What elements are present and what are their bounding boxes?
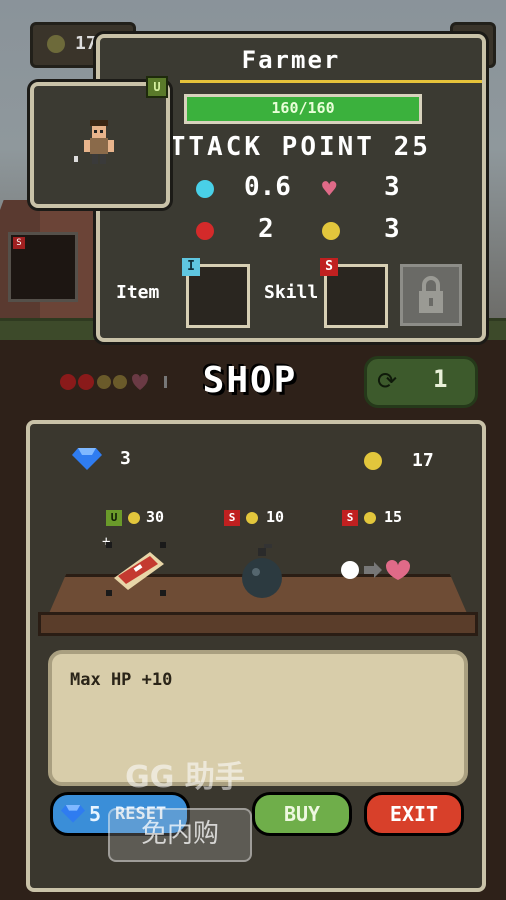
gem-icon bbox=[72, 448, 102, 470]
item-2-price: 10 bbox=[266, 508, 285, 526]
heart-icon: ♥ bbox=[322, 175, 337, 203]
shop-panel: 3 17 U 30 S 10 S 15 + Max HP +10 bbox=[26, 420, 486, 892]
character-portrait bbox=[30, 82, 170, 208]
gold-coin-icon bbox=[322, 222, 340, 240]
refresh-icon: ⟳ bbox=[377, 367, 398, 395]
gold-stat-value: 3 bbox=[384, 214, 400, 244]
coin-icon bbox=[364, 512, 376, 524]
heart-stat-value: 3 bbox=[384, 172, 400, 202]
watermark-badge: 免内购 bbox=[108, 808, 252, 862]
item-description: Max HP +10 bbox=[70, 670, 173, 690]
coin-count: 17 bbox=[75, 33, 97, 54]
coin-icon bbox=[128, 512, 140, 524]
orb-to-heart-item[interactable] bbox=[340, 558, 412, 582]
cyan-orb-icon bbox=[196, 180, 214, 198]
skill-badge: S bbox=[320, 258, 338, 276]
coin-icon bbox=[47, 35, 65, 53]
refresh-count: 1 bbox=[433, 365, 448, 393]
gem-icon bbox=[61, 805, 85, 823]
item-label: Item bbox=[116, 282, 160, 303]
farmer-sprite bbox=[74, 120, 114, 164]
buy-label: BUY bbox=[283, 802, 321, 826]
refresh-button[interactable]: ⟳ 1 bbox=[364, 356, 478, 408]
exit-label: EXIT bbox=[389, 802, 439, 826]
meat-card-item[interactable]: + bbox=[100, 534, 172, 600]
bomb-item[interactable] bbox=[234, 540, 290, 600]
shelf-front bbox=[38, 612, 478, 636]
coin-count: 17 bbox=[412, 450, 434, 471]
life-hearts bbox=[60, 374, 167, 390]
upgrade-badge: U bbox=[146, 76, 168, 98]
item-2-badge: S bbox=[224, 510, 240, 526]
exit-button[interactable]: EXIT bbox=[364, 792, 464, 836]
locked-slot bbox=[400, 264, 462, 326]
item-1-badge: U bbox=[106, 510, 122, 526]
skill-label: Skill bbox=[264, 282, 319, 303]
item-1-price: 30 bbox=[146, 508, 165, 526]
shop-title: SHOP bbox=[202, 360, 298, 401]
lock-icon bbox=[419, 276, 443, 313]
coin-icon bbox=[364, 452, 382, 470]
watermark-logo: GG 助手 bbox=[125, 760, 245, 795]
gem-count: 3 bbox=[120, 448, 131, 469]
hp-text: 160/160 bbox=[271, 99, 335, 117]
hp-bar: 160/160 bbox=[184, 94, 422, 124]
cyan-stat-value: 0.6 bbox=[244, 172, 291, 202]
item-3-price: 15 bbox=[384, 508, 403, 526]
red-stat-value: 2 bbox=[258, 214, 274, 244]
buy-button[interactable]: BUY bbox=[252, 792, 352, 836]
character-name: Farmer bbox=[241, 46, 341, 74]
skill-badge: S bbox=[13, 237, 25, 249]
red-orb-icon bbox=[196, 222, 214, 240]
item-badge: I bbox=[182, 258, 200, 276]
reset-count: 5 bbox=[89, 802, 102, 826]
coin-icon bbox=[246, 512, 258, 524]
title-divider bbox=[180, 80, 482, 83]
item-3-badge: S bbox=[342, 510, 358, 526]
side-skill-slot[interactable]: S bbox=[8, 232, 78, 302]
